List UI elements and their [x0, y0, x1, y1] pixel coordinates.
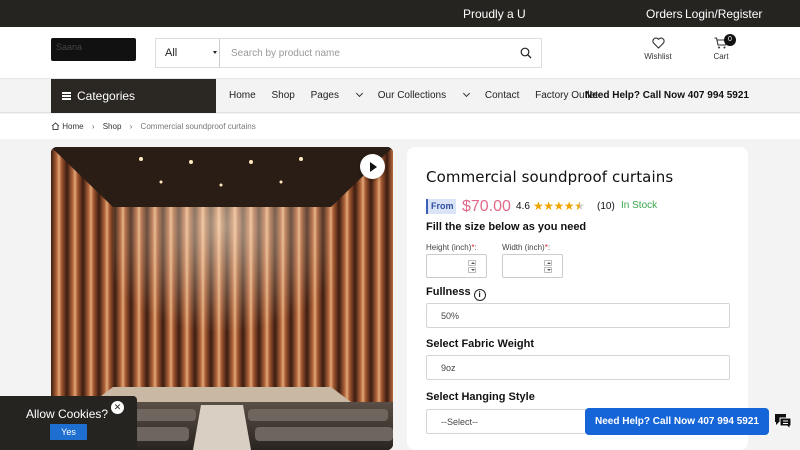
step-up-icon[interactable]	[544, 260, 552, 266]
cookie-accept-button[interactable]: Yes	[50, 424, 87, 440]
cart-count-badge: 0	[724, 34, 736, 46]
hanging-style-label: Select Hanging Style	[426, 391, 535, 403]
wishlist-label: Wishlist	[644, 52, 672, 61]
rating-value: 4.6	[516, 201, 530, 212]
search-input[interactable]	[222, 39, 512, 67]
star-icon: ★	[543, 199, 554, 213]
height-input[interactable]	[426, 254, 487, 278]
search-category-select[interactable]: All	[156, 39, 220, 67]
orders-link[interactable]: Orders	[646, 7, 683, 21]
nav-link-shop[interactable]: Shop	[271, 90, 294, 101]
nav-link-collections-label: Our Collections	[377, 90, 447, 101]
play-video-button[interactable]	[360, 154, 385, 179]
product-title: Commercial soundproof curtains	[426, 168, 674, 186]
height-label: Height (inch)*:	[426, 243, 477, 252]
breadcrumb-shop[interactable]: Shop	[103, 122, 122, 131]
breadcrumb-current: Commercial soundproof curtains	[140, 122, 256, 131]
search-bar: All	[155, 38, 542, 68]
menu-icon	[62, 92, 71, 100]
star-icon: ★	[533, 199, 544, 213]
site-header: Saana All Wishlist Cart 0	[0, 27, 800, 79]
step-down-icon[interactable]	[544, 267, 552, 273]
help-phone-text[interactable]: Need Help? Call Now 407 994 5921	[585, 90, 749, 101]
chat-icon[interactable]	[773, 412, 793, 430]
logo-text: Saana	[56, 42, 83, 52]
cart-button[interactable]: Cart 0	[706, 34, 736, 61]
top-bar: Proudly a U Orders Login/Register	[0, 0, 800, 27]
promo-text: Proudly a U	[463, 7, 526, 21]
cart-label: Cart	[713, 52, 729, 61]
breadcrumb: Home › Shop › Commercial soundproof curt…	[0, 114, 800, 139]
fabric-weight-label: Select Fabric Weight	[426, 338, 534, 350]
width-input[interactable]	[502, 254, 563, 278]
heart-icon	[651, 37, 665, 49]
step-down-icon[interactable]	[468, 267, 476, 273]
wishlist-button[interactable]: Wishlist	[640, 37, 676, 61]
categories-label: Categories	[77, 89, 136, 103]
nav-link-pages[interactable]: Pages	[310, 89, 364, 101]
nav-link-contact[interactable]: Contact	[485, 90, 519, 101]
cookie-question: Allow Cookies?	[26, 407, 109, 421]
login-register-link[interactable]: Login/Register	[685, 7, 762, 21]
review-count[interactable]: (10)	[597, 201, 615, 212]
close-icon[interactable]: ✕	[111, 401, 124, 414]
height-label-text: Height (inch)	[426, 243, 472, 252]
categories-button[interactable]: Categories	[51, 79, 216, 113]
star-icon: ★	[563, 199, 575, 213]
fullness-label: Fullness i	[426, 286, 486, 301]
search-icon[interactable]	[520, 47, 532, 59]
nav-link-pages-label: Pages	[310, 90, 339, 101]
fullness-select[interactable]: 50%	[426, 303, 730, 328]
stock-status: In Stock	[621, 200, 658, 211]
price-from-label: From	[426, 199, 456, 214]
fill-size-heading: Fill the size below as you need	[426, 221, 587, 233]
hanging-style-select[interactable]: --Select--	[426, 409, 586, 434]
width-label-text: Width (inch)	[502, 243, 545, 252]
breadcrumb-home[interactable]: Home	[62, 122, 83, 131]
nav-links: Home Shop Pages Our Collections Contact …	[229, 89, 611, 101]
breadcrumb-separator-icon: ›	[91, 122, 95, 131]
main-nav: Categories Home Shop Pages Our Collectio…	[0, 79, 800, 113]
fullness-value: 50%	[441, 311, 460, 321]
search-category-value: All	[165, 47, 178, 59]
label-colon: :	[474, 243, 477, 252]
chevron-down-icon	[463, 89, 471, 98]
chevron-down-icon	[355, 89, 364, 98]
nav-link-home[interactable]: Home	[229, 90, 256, 101]
step-up-icon[interactable]	[468, 260, 476, 266]
cookie-banner: Allow Cookies? ✕ Yes	[0, 396, 137, 450]
breadcrumb-separator-icon: ›	[129, 122, 133, 131]
need-help-button[interactable]: Need Help? Call Now 407 994 5921	[585, 408, 769, 435]
info-icon[interactable]: i	[473, 289, 486, 301]
width-stepper[interactable]	[544, 260, 552, 273]
nav-link-collections[interactable]: Our Collections	[377, 89, 471, 101]
fabric-weight-select[interactable]: 9oz	[426, 355, 730, 380]
height-stepper[interactable]	[468, 260, 476, 273]
hanging-style-value: --Select--	[441, 417, 479, 427]
width-label: Width (inch)*:	[502, 243, 550, 252]
home-icon	[51, 122, 60, 130]
half-star-icon: ★	[574, 199, 585, 213]
label-colon: :	[547, 243, 551, 252]
star-icon: ★	[553, 199, 565, 213]
fabric-weight-value: 9oz	[441, 363, 456, 373]
product-price: $70.00	[462, 198, 511, 215]
fullness-label-text: Fullness	[426, 286, 471, 298]
site-logo[interactable]: Saana	[51, 38, 136, 61]
rating-stars[interactable]: ★★★★★	[533, 199, 585, 213]
caret-down-icon	[213, 51, 217, 54]
